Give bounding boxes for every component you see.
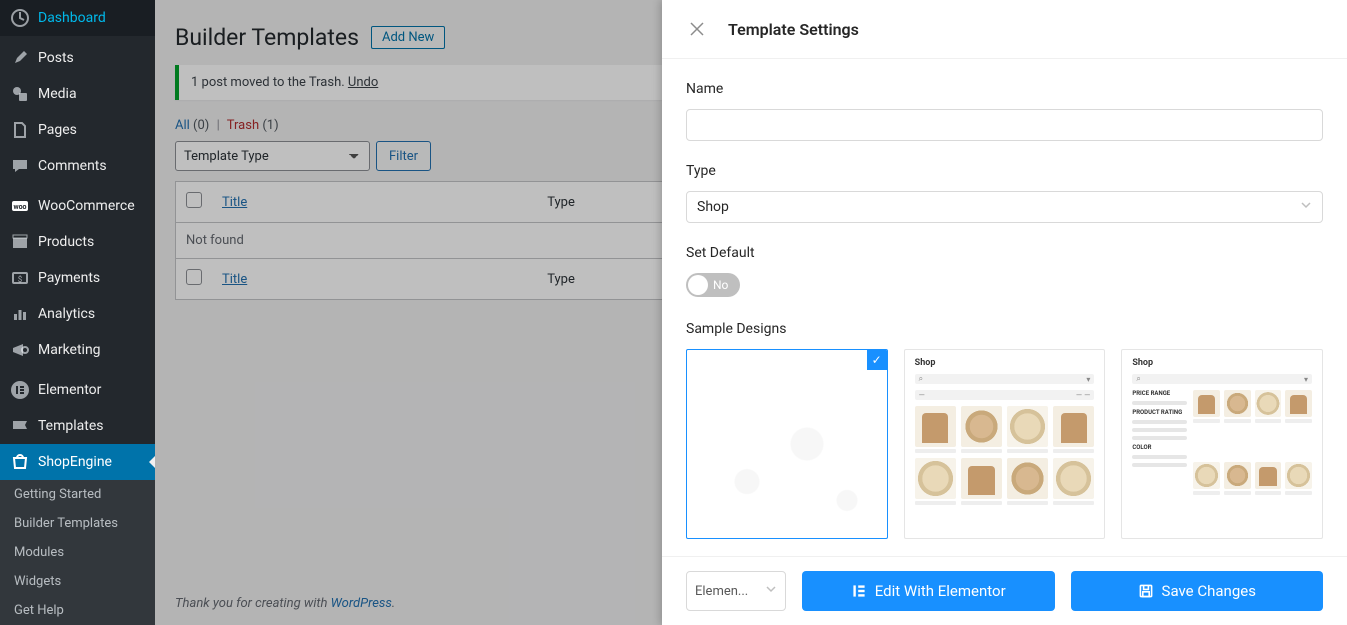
sidebar-item-analytics[interactable]: Analytics [0, 296, 155, 332]
elementor-icon [10, 380, 30, 400]
drawer-title: Template Settings [728, 20, 859, 39]
admin-sidebar: Dashboard Posts Media Pages Comments woo… [0, 0, 155, 625]
sidebar-sub-getting-started[interactable]: Getting Started [0, 480, 155, 509]
sample-design-shop-1[interactable]: Shop ⌕▾ —— — [904, 349, 1106, 539]
editor-select[interactable]: Elemen... [686, 571, 786, 611]
media-icon [10, 84, 30, 104]
megaphone-icon [10, 340, 30, 360]
sidebar-sub-builder-templates[interactable]: Builder Templates [0, 509, 155, 538]
toggle-value: No [713, 278, 728, 292]
sidebar-label: Posts [38, 50, 74, 66]
samples-label: Sample Designs [686, 321, 1323, 337]
payments-icon: $ [10, 268, 30, 288]
sidebar-item-pages[interactable]: Pages [0, 112, 155, 148]
sidebar-label: WooCommerce [38, 198, 135, 214]
type-select-value: Shop [697, 199, 729, 215]
sample-design-shop-2[interactable]: Shop ⌕▾ PRICE RANGE PRODUCT RATING COLOR [1121, 349, 1323, 539]
type-label: Type [686, 163, 1323, 179]
svg-text:$: $ [18, 275, 23, 284]
sidebar-sub-modules[interactable]: Modules [0, 538, 155, 567]
sidebar-label: Elementor [38, 382, 101, 398]
sidebar-item-templates[interactable]: Templates [0, 408, 155, 444]
sidebar-sub-widgets[interactable]: Widgets [0, 567, 155, 596]
sidebar-label: Pages [38, 122, 77, 138]
sidebar-item-marketing[interactable]: Marketing [0, 332, 155, 368]
sidebar-label: Analytics [38, 306, 95, 322]
sidebar-label: Dashboard [38, 10, 106, 26]
sidebar-item-comments[interactable]: Comments [0, 148, 155, 184]
page-icon [10, 120, 30, 140]
name-label: Name [686, 81, 1323, 97]
chevron-down-icon [765, 583, 777, 599]
sample-design-blank[interactable]: ✓ [686, 349, 888, 539]
templates-icon [10, 416, 30, 436]
sidebar-item-products[interactable]: Products [0, 224, 155, 260]
analytics-icon [10, 304, 30, 324]
pin-icon [10, 48, 30, 68]
sidebar-item-media[interactable]: Media [0, 76, 155, 112]
sidebar-item-shopengine[interactable]: ShopEngine [0, 444, 155, 480]
sidebar-label: Products [38, 234, 94, 250]
dashboard-icon [10, 8, 30, 28]
sidebar-label: Payments [38, 270, 100, 286]
sidebar-label: Media [38, 86, 77, 102]
close-icon[interactable] [686, 18, 708, 40]
sidebar-label: Marketing [38, 342, 101, 358]
sidebar-item-payments[interactable]: $ Payments [0, 260, 155, 296]
toggle-knob [688, 275, 708, 295]
type-select[interactable]: Shop [686, 191, 1323, 223]
edit-with-elementor-button[interactable]: Edit With Elementor [802, 571, 1055, 611]
elementor-icon [851, 583, 867, 599]
woo-icon: woo [10, 196, 30, 216]
sidebar-item-dashboard[interactable]: Dashboard [0, 0, 155, 36]
save-icon [1138, 583, 1154, 599]
comment-icon [10, 156, 30, 176]
sidebar-label: Templates [38, 418, 104, 434]
save-changes-button[interactable]: Save Changes [1071, 571, 1324, 611]
app-root: Dashboard Posts Media Pages Comments woo… [0, 0, 1347, 625]
template-settings-drawer: Template Settings Name Type Shop Set Def… [662, 0, 1347, 625]
sidebar-label: ShopEngine [38, 454, 112, 470]
name-input[interactable] [686, 109, 1323, 141]
set-default-label: Set Default [686, 245, 1323, 261]
sidebar-sub-get-help[interactable]: Get Help [0, 596, 155, 625]
svg-text:woo: woo [13, 203, 26, 211]
sidebar-item-posts[interactable]: Posts [0, 40, 155, 76]
editor-select-value: Elemen... [695, 584, 748, 599]
blank-preview-icon [687, 350, 887, 538]
sidebar-label: Comments [38, 158, 107, 174]
sidebar-item-woocommerce[interactable]: woo WooCommerce [0, 188, 155, 224]
shopengine-icon [10, 452, 30, 472]
sidebar-item-elementor[interactable]: Elementor [0, 372, 155, 408]
set-default-toggle[interactable]: No [686, 273, 740, 297]
products-icon [10, 232, 30, 252]
chevron-down-icon [1300, 199, 1312, 215]
